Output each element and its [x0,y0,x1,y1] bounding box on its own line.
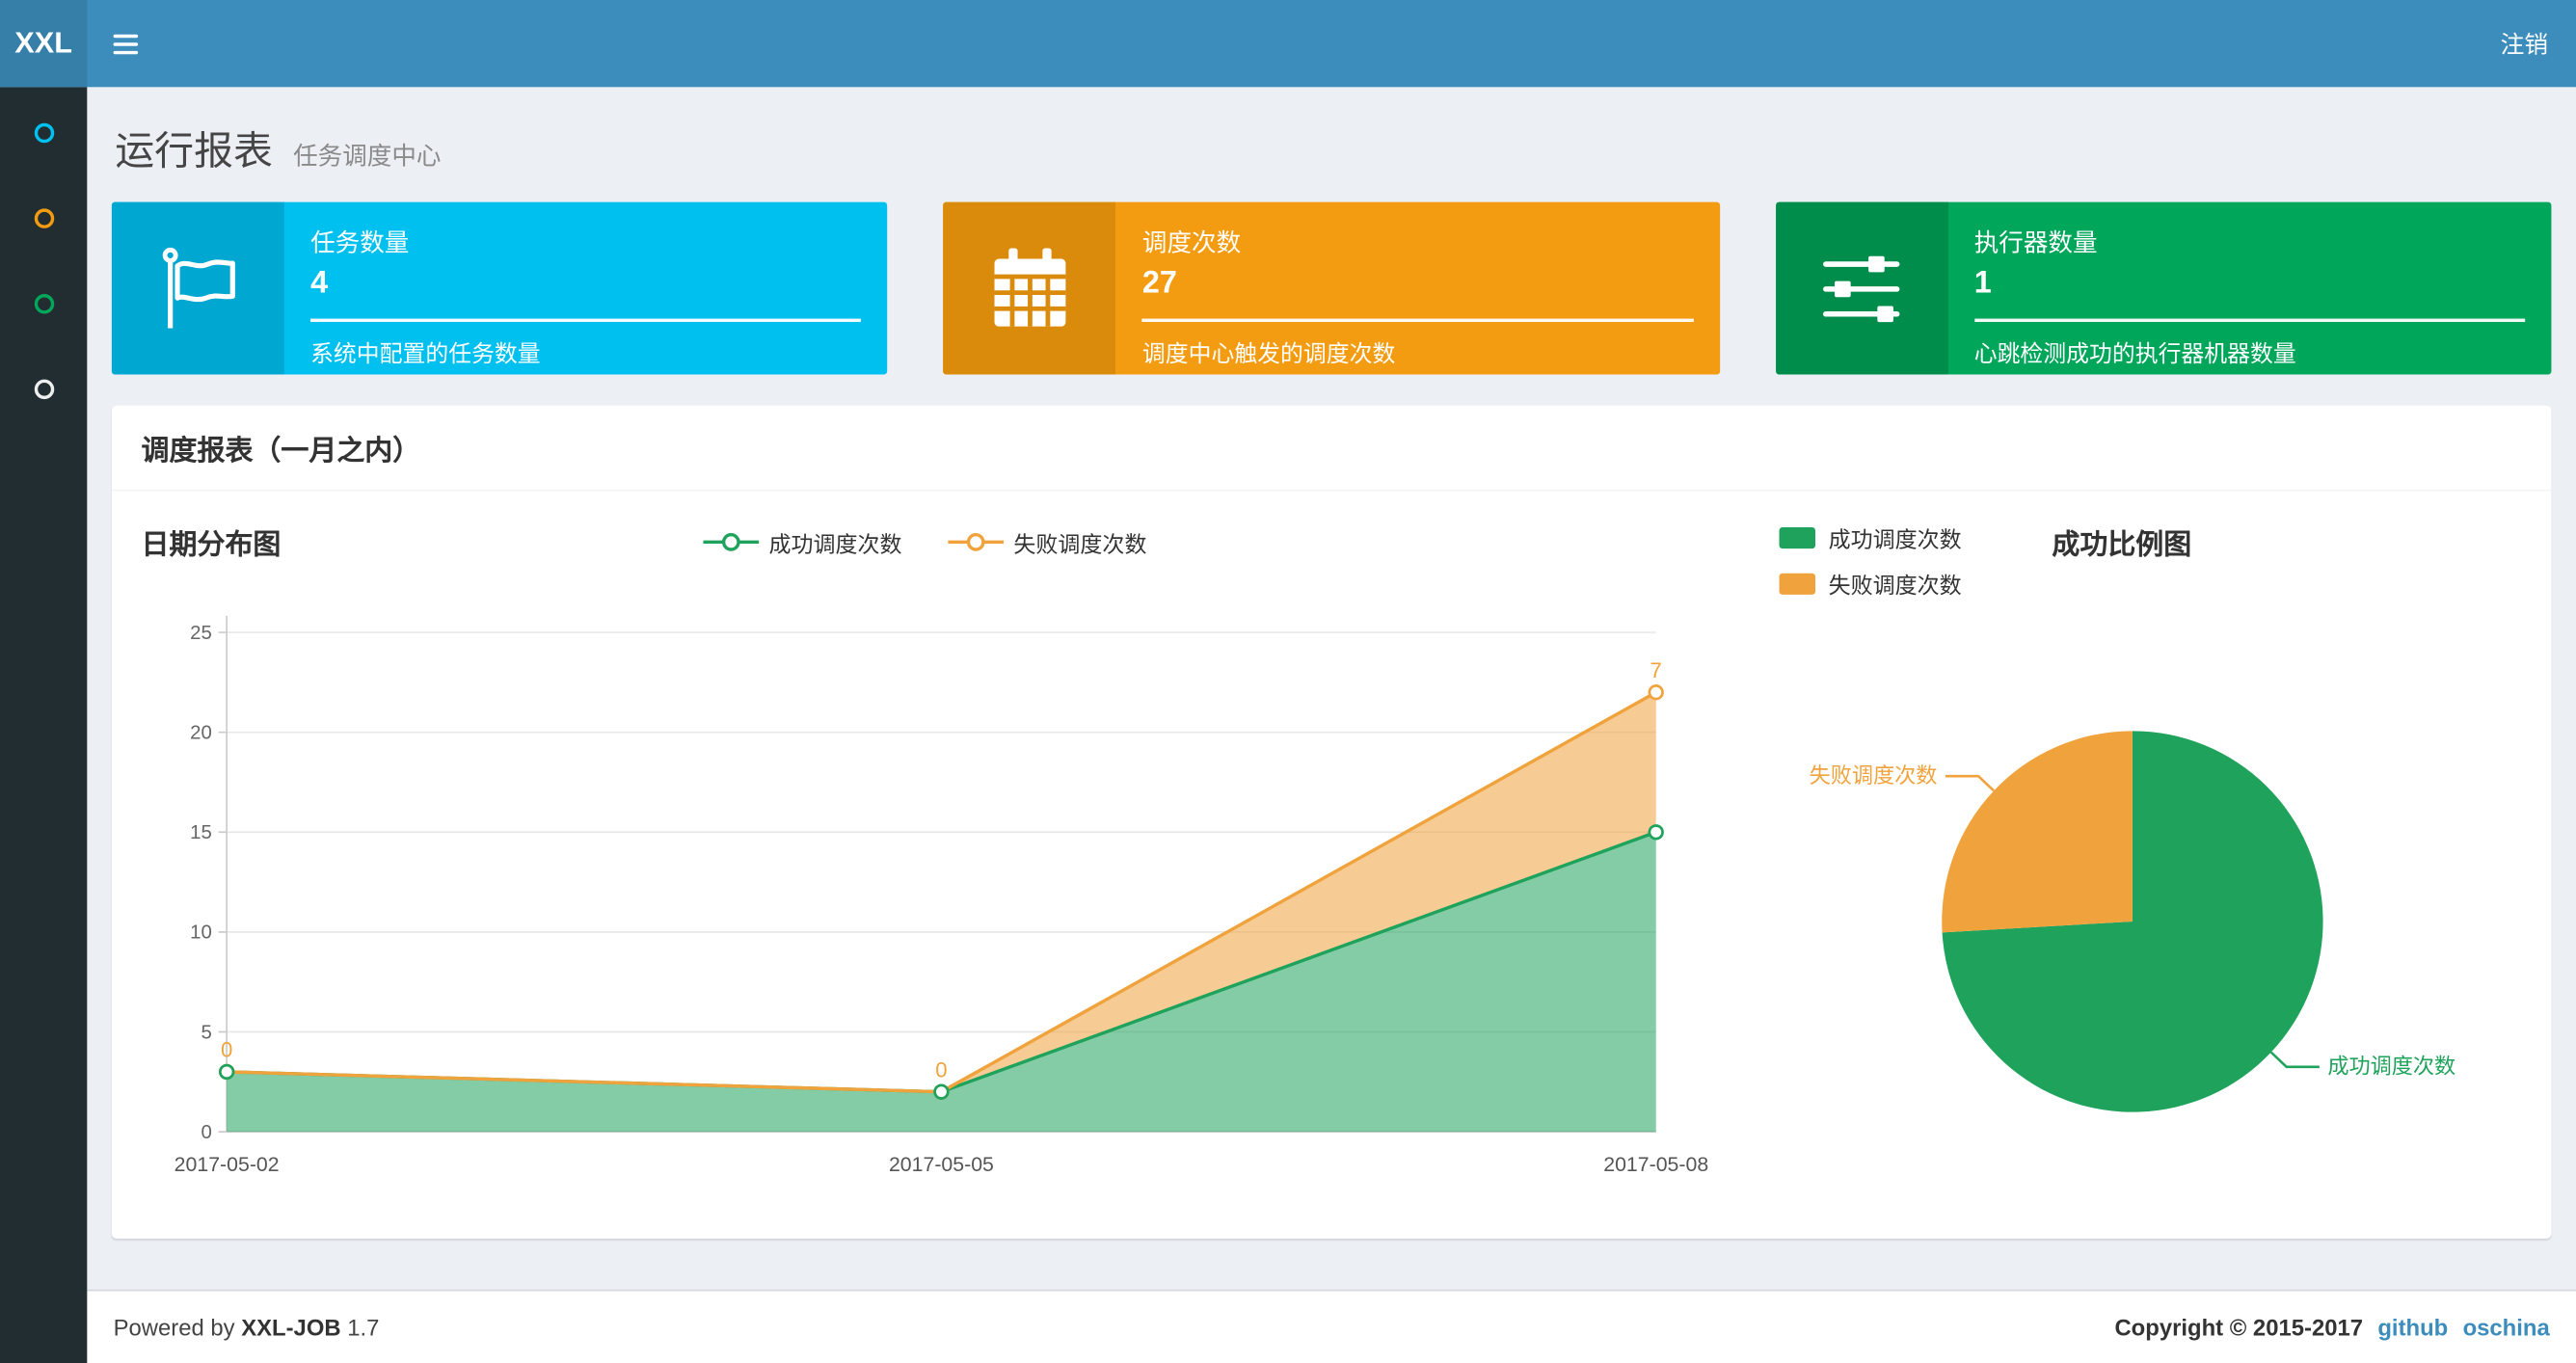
sidebar [0,87,88,1363]
info-box-title: 执行器数量 [1973,229,2098,258]
svg-text:15: 15 [190,821,212,843]
hamburger-icon [112,33,138,54]
svg-text:2017-05-05: 2017-05-05 [889,1153,994,1176]
pie-chart-header: 成功调度次数 失败调度次数 成功比例图 [1713,511,2527,598]
info-box-content: 调度次数 27 调度中心触发的调度次数 [1116,202,1720,375]
info-box-icon-area [1775,201,1948,375]
info-box-number: 1 [1973,266,1992,301]
info-box-content: 执行器数量 1 心跳检测成功的执行器机器数量 [1947,202,2551,375]
circle-icon [33,208,54,228]
info-box-tasks: 任务数量 4 系统中配置的任务数量 [111,201,888,375]
sidebar-item-4[interactable] [0,347,87,433]
info-box-executors: 执行器数量 1 心跳检测成功的执行器机器数量 [1775,201,2552,375]
progress-bar [1141,318,1694,322]
pie-chart-canvas[interactable]: 成功调度次数 失败调度次数 [1713,583,2527,1138]
page-title: 运行报表 [115,129,273,174]
legend-label: 成功调度次数 [768,532,902,557]
progress-bar [310,318,862,322]
legend-label: 失败调度次数 [1013,532,1147,557]
app-root: XXL 注销 运行报表 任务调度中心 任务数量 4 系统中配置的任务数量 调度次… [0,0,2576,1363]
info-box-description: 心跳检测成功的执行器机器数量 [1973,339,2296,367]
oschina-link[interactable]: oschina [2463,1314,2550,1340]
info-box-triggers: 调度次数 27 调度中心触发的调度次数 [943,201,1720,375]
svg-text:25: 25 [190,622,212,644]
svg-text:0: 0 [221,1038,232,1062]
circle-icon [33,379,54,400]
line-marker-icon [703,532,760,551]
powered-by: Powered by XXL-JOB 1.7 [113,1314,380,1341]
app-logo[interactable]: XXL [0,0,88,88]
line-chart-header: 日期分布图 成功调度次数 失败调度次数 [136,511,1713,574]
flag-icon [161,247,235,328]
line-chart-title: 日期分布图 [141,528,282,561]
svg-text:成功调度次数: 成功调度次数 [2327,1055,2455,1079]
line-marker-icon [948,532,1005,551]
svg-text:0: 0 [935,1057,947,1082]
circle-icon [33,122,54,144]
info-box-icon-area [943,201,1116,375]
logout-link[interactable]: 注销 [2473,0,2576,87]
svg-text:2017-05-02: 2017-05-02 [174,1153,280,1176]
info-box-number: 4 [310,266,329,301]
svg-text:5: 5 [201,1021,211,1043]
pie-chart-title: 成功比例图 [2052,528,2192,561]
sliders-icon [1823,254,1900,322]
line-chart-canvas[interactable]: 05101520252017-05-02 2017-05-05 2017-05-08… [136,574,1713,1201]
info-box-content: 任务数量 4 系统中配置的任务数量 [284,202,888,375]
sidebar-item-2[interactable] [0,175,87,261]
svg-text:失败调度次数: 失败调度次数 [1810,763,1938,788]
copyright-text: Copyright © 2015-2017 [2114,1314,2364,1341]
progress-bar [1973,318,2526,322]
panel-title: 调度报表（一月之内） [111,406,2552,492]
main-content: 运行报表 任务调度中心 任务数量 4 系统中配置的任务数量 调度次数 27 调度… [87,87,2576,1289]
info-box-description: 调度中心触发的调度次数 [1141,339,1396,367]
brand-name: XXL-JOB [241,1314,341,1341]
line-chart-legend: 成功调度次数 失败调度次数 [136,511,1713,558]
info-box-description: 系统中配置的任务数量 [310,339,541,367]
info-box-title: 任务数量 [310,229,410,258]
date-distribution-chart: 日期分布图 成功调度次数 失败调度次数 0 5 10 15 20 25 2017… [136,511,1713,1209]
github-link[interactable]: github [2377,1314,2448,1340]
footer-right: Copyright © 2015-2017 github oschina [2114,1314,2549,1340]
info-box-title: 调度次数 [1141,229,1242,258]
report-panel: 调度报表（一月之内） 日期分布图 成功调度次数 失败调度次数 0 5 10 15… [111,405,2552,1239]
legend-swatch-icon [1779,526,1816,548]
sidebar-item-3[interactable] [0,261,87,347]
info-box-number: 27 [1141,266,1177,301]
svg-text:20: 20 [190,721,212,743]
sidebar-toggle-button[interactable] [87,0,162,87]
legend-item-success[interactable]: 成功调度次数 [1779,521,1962,553]
svg-text:10: 10 [190,922,212,944]
sidebar-item-1[interactable] [0,91,87,176]
svg-text:7: 7 [1650,658,1662,682]
calendar-icon [994,247,1066,326]
svg-text:2017-05-08: 2017-05-08 [1603,1153,1708,1176]
svg-text:0: 0 [201,1121,211,1143]
legend-item-success[interactable]: 成功调度次数 [703,525,902,558]
summary-boxes: 任务数量 4 系统中配置的任务数量 调度次数 27 调度中心触发的调度次数 执行… [111,201,2552,375]
page-subtitle: 任务调度中心 [293,143,442,172]
page-header: 运行报表 任务调度中心 [115,119,2551,176]
circle-icon [33,294,54,314]
success-ratio-chart: 成功调度次数 失败调度次数 成功比例图 成功调度次数 失败调度次数 [1713,511,2527,1209]
info-box-icon-area [111,201,284,375]
footer: Powered by XXL-JOB 1.7 Copyright © 2015-… [87,1289,2576,1363]
panel-body: 日期分布图 成功调度次数 失败调度次数 0 5 10 15 20 25 2017… [112,492,2552,1239]
navbar: XXL 注销 [0,0,2576,88]
legend-item-fail[interactable]: 失败调度次数 [948,525,1146,558]
legend-label: 成功调度次数 [1828,527,1962,552]
